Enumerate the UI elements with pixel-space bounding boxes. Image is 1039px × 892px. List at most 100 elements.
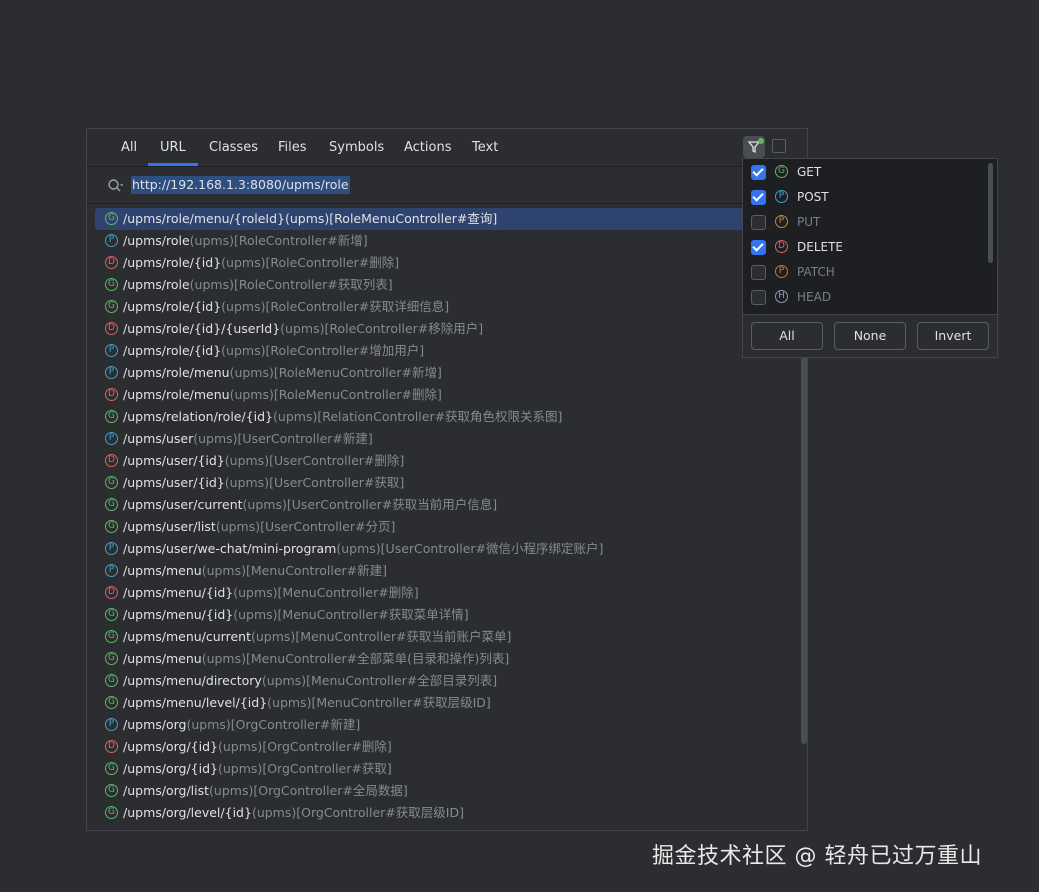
- result-row[interactable]: G/upms/org/level/{id}(upms)[OrgControlle…: [95, 802, 795, 824]
- filter-item-head[interactable]: H HEAD: [749, 285, 979, 310]
- search-input[interactable]: http://192.168.1.3:8080/upms/role: [131, 176, 350, 194]
- result-text: /upms/user/current(upms)[UserController#…: [123, 494, 497, 516]
- tab-all[interactable]: All: [121, 129, 137, 166]
- select-none-button[interactable]: None: [834, 322, 906, 350]
- result-row[interactable]: G/upms/menu/level/{id}(upms)[MenuControl…: [95, 692, 795, 714]
- result-row[interactable]: G/upms/org/list(upms)[OrgController#全局数据…: [95, 780, 795, 802]
- result-row[interactable]: D/upms/role/menu(upms)[RoleMenuControlle…: [95, 384, 795, 406]
- result-row[interactable]: G/upms/menu/directory(upms)[MenuControll…: [95, 670, 795, 692]
- result-row[interactable]: G/upms/menu/{id}(upms)[MenuController#获取…: [95, 604, 795, 626]
- result-text: /upms/user/list(upms)[UserController#分页]: [123, 516, 395, 538]
- result-row[interactable]: P/upms/user/we-chat/mini-program(upms)[U…: [95, 538, 795, 560]
- result-row[interactable]: G/upms/org/{id}(upms)[OrgController#获取]: [95, 758, 795, 780]
- tab-classes[interactable]: Classes: [209, 129, 258, 166]
- result-row[interactable]: D/upms/role/{id}/{userId}(upms)[RoleCont…: [95, 318, 795, 340]
- result-row[interactable]: P/upms/role/{id}(upms)[RoleController#增加…: [95, 340, 795, 362]
- url-path: /upms/menu: [123, 563, 202, 578]
- select-all-button[interactable]: All: [751, 322, 823, 350]
- url-path: /upms/menu: [123, 651, 202, 666]
- result-text: /upms/role/{id}(upms)[RoleController#删除]: [123, 252, 399, 274]
- filter-button[interactable]: [743, 136, 765, 158]
- result-row[interactable]: D/upms/menu/{id}(upms)[MenuController#删除…: [95, 582, 795, 604]
- controller-name: [UserController#获取当前用户信息]: [286, 497, 498, 512]
- result-text: /upms/org/{id}(upms)[OrgController#删除]: [123, 736, 392, 758]
- controller-name: [MenuController#获取当前账户菜单]: [295, 629, 512, 644]
- module-name: (upms): [261, 673, 307, 688]
- result-text: /upms/menu/{id}(upms)[MenuController#删除]: [123, 582, 419, 604]
- filter-item-patch[interactable]: P PATCH: [749, 260, 979, 285]
- result-row[interactable]: P/upms/role(upms)[RoleController#新增]: [95, 230, 795, 252]
- checkbox[interactable]: [751, 190, 766, 205]
- result-text: /upms/org/level/{id}(upms)[OrgController…: [123, 802, 464, 824]
- tab-symbols[interactable]: Symbols: [329, 129, 384, 166]
- module-name: (upms): [218, 761, 263, 776]
- result-row[interactable]: G/upms/role(upms)[RoleController#获取列表]: [95, 274, 795, 296]
- module-name: (upms): [201, 563, 246, 578]
- collapse-icon[interactable]: [772, 139, 786, 153]
- filter-item-delete[interactable]: D DELETE: [749, 235, 979, 260]
- module-name: (upms): [280, 321, 325, 336]
- result-row[interactable]: P/upms/role/menu(upms)[RoleMenuControlle…: [95, 362, 795, 384]
- result-row[interactable]: G/upms/user/current(upms)[UserController…: [95, 494, 795, 516]
- filter-item-post[interactable]: P POST: [749, 185, 979, 210]
- filter-item-label: DELETE: [797, 240, 844, 254]
- result-row[interactable]: G/upms/role/menu/{roleId}(upms)[RoleMenu…: [95, 208, 795, 230]
- filter-item-get[interactable]: G GET: [749, 160, 979, 185]
- url-path: /upms/user/list: [123, 519, 216, 534]
- results-scrollbar[interactable]: [801, 324, 807, 744]
- result-row[interactable]: P/upms/menu(upms)[MenuController#新建]: [95, 560, 795, 582]
- result-row[interactable]: G/upms/relation/role/{id}(upms)[Relation…: [95, 406, 795, 428]
- url-path: /upms/org/level/{id}: [123, 805, 252, 820]
- result-row[interactable]: G/upms/role/{id}(upms)[RoleController#获取…: [95, 296, 795, 318]
- watermark: 掘金技术社区 @ 轻舟已过万重山: [652, 844, 982, 869]
- controller-name: [MenuController#全部目录列表]: [306, 673, 498, 688]
- invert-selection-button[interactable]: Invert: [917, 322, 989, 350]
- result-row[interactable]: G/upms/user/{id}(upms)[UserController#获取…: [95, 472, 795, 494]
- result-text: /upms/user/{id}(upms)[UserController#删除]: [123, 450, 404, 472]
- filter-item-put[interactable]: P PUT: [749, 210, 979, 235]
- result-row[interactable]: D/upms/user/{id}(upms)[UserController#删除…: [95, 450, 795, 472]
- checkbox[interactable]: [751, 165, 766, 180]
- filter-scrollbar[interactable]: [988, 163, 993, 263]
- tab-bar: All URL Classes Files Symbols Actions Te…: [87, 129, 807, 166]
- controller-name: [RoleController#增加用户]: [265, 343, 425, 358]
- controller-name: [RoleController#新增]: [233, 233, 368, 248]
- controller-name: [OrgController#新建]: [230, 717, 361, 732]
- controller-name: [OrgController#全局数据]: [253, 783, 408, 798]
- controller-name: [MenuController#全部菜单(目录和操作)列表]: [246, 651, 510, 666]
- module-name: (upms): [209, 783, 254, 798]
- controller-name: [UserController#获取]: [269, 475, 405, 490]
- module-name: (upms): [189, 233, 234, 248]
- result-row[interactable]: G/upms/user/list(upms)[UserController#分页…: [95, 516, 795, 538]
- tab-files[interactable]: Files: [278, 129, 307, 166]
- controller-name: [UserController#微信小程序绑定账户]: [380, 541, 604, 556]
- checkbox[interactable]: [751, 290, 766, 305]
- method-get-icon: G: [105, 608, 118, 621]
- result-row[interactable]: G/upms/menu(upms)[MenuController#全部菜单(目录…: [95, 648, 795, 670]
- result-row[interactable]: G/upms/menu/current(upms)[MenuController…: [95, 626, 795, 648]
- tab-url[interactable]: URL: [148, 129, 198, 166]
- method-head-icon: H: [775, 290, 788, 303]
- tab-text[interactable]: Text: [472, 129, 498, 166]
- result-row[interactable]: D/upms/role/{id}(upms)[RoleController#删除…: [95, 252, 795, 274]
- result-text: /upms/menu(upms)[MenuController#全部菜单(目录和…: [123, 648, 509, 670]
- result-row[interactable]: P/upms/org(upms)[OrgController#新建]: [95, 714, 795, 736]
- controller-name: [OrgController#获取层级ID]: [296, 805, 464, 820]
- result-row[interactable]: P/upms/user(upms)[UserController#新建]: [95, 428, 795, 450]
- url-path: /upms/user/we-chat/mini-program: [123, 541, 337, 556]
- filter-item-label: GET: [797, 165, 822, 179]
- filter-item-label: HEAD: [797, 290, 832, 304]
- checkbox[interactable]: [751, 265, 766, 280]
- module-name: (upms): [193, 431, 238, 446]
- checkbox[interactable]: [751, 240, 766, 255]
- controller-name: [OrgController#删除]: [262, 739, 392, 754]
- module-name: (upms): [221, 343, 266, 358]
- url-path: /upms/menu/{id}: [123, 607, 234, 622]
- method-get-icon: G: [105, 498, 118, 511]
- controller-name: [MenuController#删除]: [277, 585, 419, 600]
- result-row[interactable]: D/upms/org/{id}(upms)[OrgController#删除]: [95, 736, 795, 758]
- checkbox[interactable]: [751, 215, 766, 230]
- tab-actions[interactable]: Actions: [404, 129, 452, 166]
- search-icon[interactable]: [107, 178, 123, 194]
- url-path: /upms/user/current: [123, 497, 243, 512]
